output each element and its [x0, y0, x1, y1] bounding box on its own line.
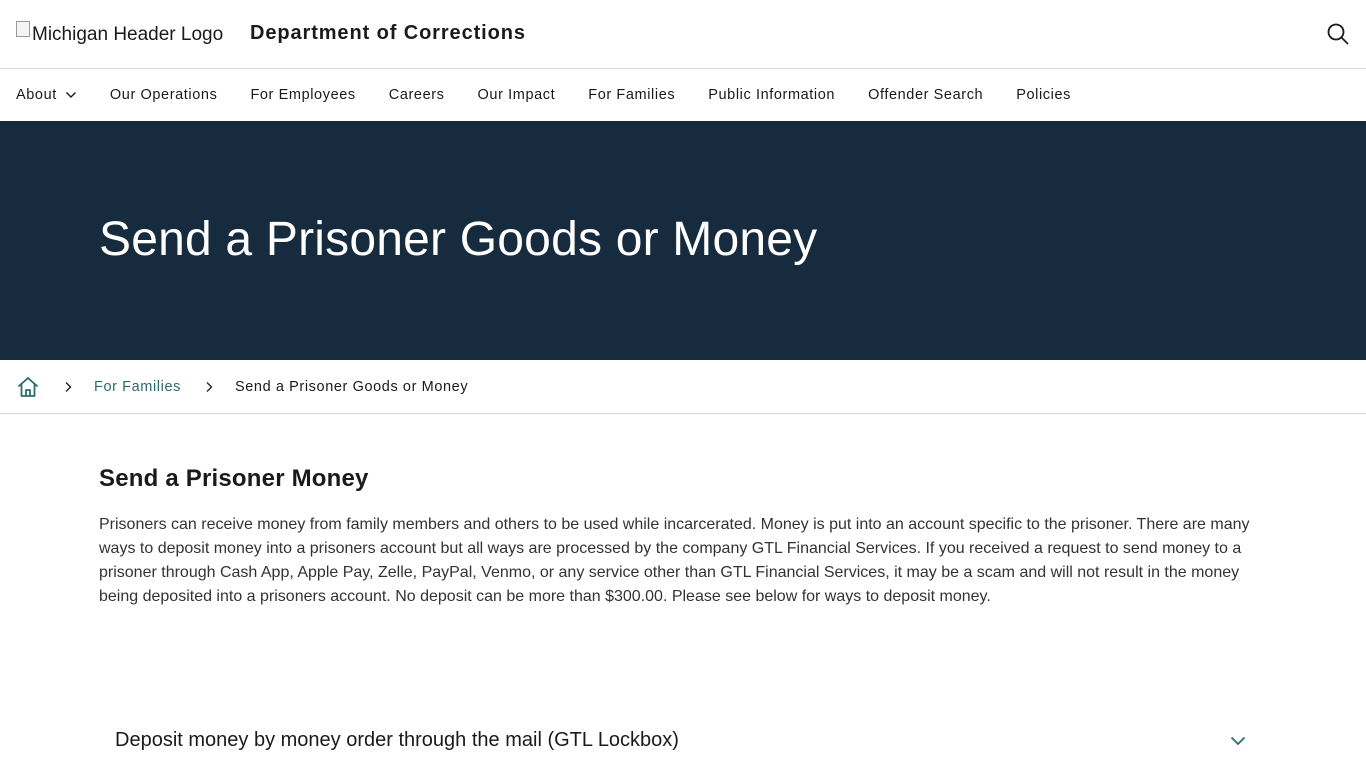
accordion-gtl-lockbox[interactable]: Deposit money by money order through the…: [99, 712, 1267, 768]
section-heading: Send a Prisoner Money: [99, 465, 369, 492]
breadcrumb-home-link[interactable]: [16, 375, 40, 399]
chevron-down-icon: [65, 92, 76, 98]
nav-item-about[interactable]: About: [16, 87, 77, 103]
nav-item-our-operations[interactable]: Our Operations: [110, 87, 218, 103]
nav-item-our-impact[interactable]: Our Impact: [478, 87, 556, 103]
search-button[interactable]: [1324, 20, 1352, 48]
chevron-down-icon: [1230, 736, 1246, 746]
nav-item-label: About: [16, 87, 57, 103]
site-header: Michigan Header Logo Department of Corre…: [0, 0, 1366, 69]
search-icon: [1327, 23, 1349, 45]
nav-item-policies[interactable]: Policies: [1016, 87, 1071, 103]
breadcrumb: For Families Send a Prisoner Goods or Mo…: [0, 360, 1366, 414]
nav-item-public-information[interactable]: Public Information: [708, 87, 835, 103]
nav-item-careers[interactable]: Careers: [389, 87, 445, 103]
breadcrumb-current-page: Send a Prisoner Goods or Money: [234, 378, 469, 395]
broken-image-icon: [16, 21, 30, 37]
accordion-title: Deposit money by money order through the…: [115, 728, 679, 751]
michigan-header-logo[interactable]: Michigan Header Logo: [16, 21, 224, 48]
page-title: Send a Prisoner Goods or Money: [99, 213, 818, 266]
main-navigation: About Our Operations For Employees Caree…: [0, 69, 1366, 121]
chevron-right-icon: [203, 381, 215, 393]
logo-alt-text: Michigan Header Logo: [32, 24, 224, 45]
nav-item-for-families[interactable]: For Families: [588, 87, 675, 103]
main-content: Send a Prisoner Money Prisoners can rece…: [99, 465, 1269, 609]
department-title[interactable]: Department of Corrections: [250, 22, 526, 45]
breadcrumb-for-families-link[interactable]: For Families: [94, 379, 181, 395]
home-icon: [18, 376, 38, 397]
nav-item-for-employees[interactable]: For Employees: [250, 87, 355, 103]
nav-item-offender-search[interactable]: Offender Search: [868, 87, 983, 103]
hero-banner: Send a Prisoner Goods or Money: [0, 121, 1366, 360]
section-paragraph: Prisoners can receive money from family …: [99, 516, 1250, 605]
chevron-right-icon: [62, 381, 74, 393]
